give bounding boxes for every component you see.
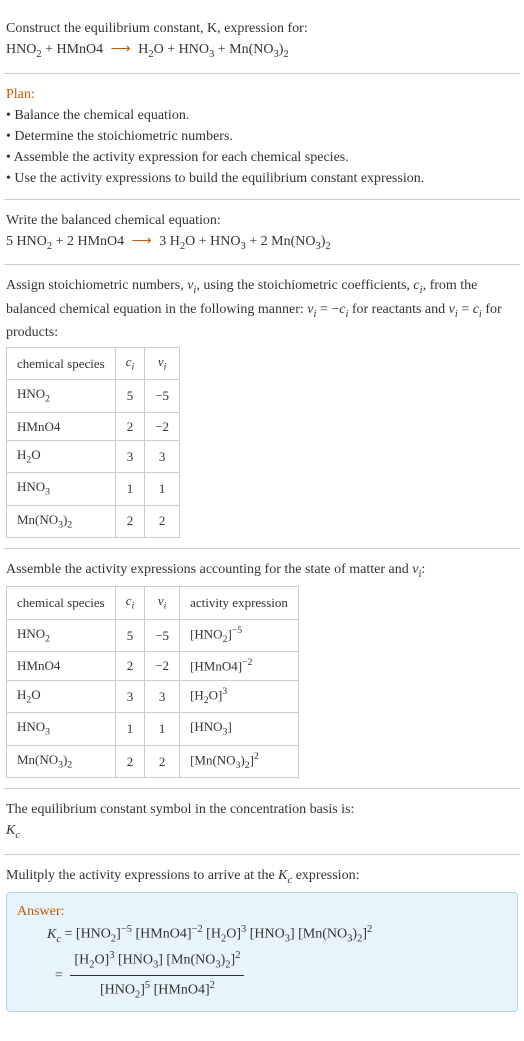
activity-heading: Assemble the activity expressions accoun… [6,559,518,583]
cell-vi: −2 [145,412,180,441]
cell-species: HNO2 [7,380,116,412]
col-vi: νi [145,587,180,619]
intro-heading: Construct the equilibrium constant, K, e… [6,18,518,39]
plan-step-1: • Balance the chemical equation. [6,105,518,126]
cell-ci: 1 [115,713,145,745]
cell-ci: 3 [115,441,145,473]
col-species: chemical species [7,587,116,619]
cell-ci: 2 [115,412,145,441]
col-vi: νi [145,348,180,380]
col-ci: ci [115,587,145,619]
plan-heading: Plan: [6,84,518,105]
symbol-value: Kc [6,820,518,844]
table-row: HNO3 1 1 [HNO3] [7,713,299,745]
cell-vi: −2 [145,652,180,681]
table-row: H2O 3 3 [H2O]3 [7,680,299,713]
expr-line-1: Kc = [HNO2]−5 [HMnO4]−2 [H2O]3 [HNO3] [M… [47,922,507,947]
cell-species: HNO3 [7,713,116,745]
cell-ci: 2 [115,505,145,537]
cell-species: H2O [7,680,116,713]
cell-ci: 5 [115,380,145,412]
intro-heading-prefix: Construct the equilibrium constant, K, e… [6,21,308,36]
cell-species: HMnO4 [7,412,116,441]
stoich-table: chemical species ci νi HNO2 5 −5 HMnO4 2… [6,347,180,538]
col-species: chemical species [7,348,116,380]
balanced-heading: Write the balanced chemical equation: [6,210,518,231]
table-row: Mn(NO3)2 2 2 [Mn(NO3)2]2 [7,745,299,778]
cell-ci: 2 [115,652,145,681]
cell-activity: [H2O]3 [180,680,299,713]
cell-vi: 2 [145,745,180,778]
answer-box: Answer: Kc = [HNO2]−5 [HMnO4]−2 [H2O]3 [… [6,892,518,1012]
cell-ci: 5 [115,619,145,652]
col-activity: activity expression [180,587,299,619]
cell-activity: [HNO2]−5 [180,619,299,652]
stoich-heading: Assign stoichiometric numbers, νi, using… [6,275,518,343]
intro-equation: HNO2 + HMnO4 ⟶ H2O + HNO3 + Mn(NO3)2 [6,39,518,63]
cell-species: HNO2 [7,619,116,652]
balanced-section: Write the balanced chemical equation: 5 … [4,199,520,265]
cell-species: Mn(NO3)2 [7,745,116,778]
intro-eq-rhs: H2O + HNO3 + Mn(NO3)2 [138,42,288,57]
activity-section: Assemble the activity expressions accoun… [4,548,520,788]
table-row: HNO3 1 1 [7,473,180,505]
stoich-section: Assign stoichiometric numbers, νi, using… [4,264,520,548]
plan-section: Plan: • Balance the chemical equation. •… [4,73,520,199]
cell-ci: 2 [115,745,145,778]
activity-table: chemical species ci νi activity expressi… [6,586,299,778]
balanced-eq-rhs: 3 H2O + HNO3 + 2 Mn(NO3)2 [159,234,330,249]
cell-activity: [Mn(NO3)2]2 [180,745,299,778]
plan-step-3: • Assemble the activity expression for e… [6,147,518,168]
cell-ci: 3 [115,680,145,713]
cell-vi: 3 [145,441,180,473]
table-header-row: chemical species ci νi [7,348,180,380]
answer-label: Answer: [17,901,507,922]
table-row: HMnO4 2 −2 [7,412,180,441]
answer-expression: Kc = [HNO2]−5 [HMnO4]−2 [H2O]3 [HNO3] [M… [17,922,507,1003]
final-section: Mulitply the activity expressions to arr… [4,854,520,1022]
symbol-heading: The equilibrium constant symbol in the c… [6,799,518,820]
cell-species: HNO3 [7,473,116,505]
symbol-section: The equilibrium constant symbol in the c… [4,788,520,854]
final-heading: Mulitply the activity expressions to arr… [6,865,518,889]
arrow-icon: ⟶ [107,42,135,57]
cell-species: Mn(NO3)2 [7,505,116,537]
cell-vi: 1 [145,473,180,505]
cell-activity: [HMnO4]−2 [180,652,299,681]
plan-step-2: • Determine the stoichiometric numbers. [6,126,518,147]
cell-ci: 1 [115,473,145,505]
intro-eq-lhs: HNO2 + HMnO4 [6,42,103,57]
arrow-icon: ⟶ [128,234,156,249]
balanced-equation: 5 HNO2 + 2 HMnO4 ⟶ 3 H2O + HNO3 + 2 Mn(N… [6,231,518,255]
plan-step-4: • Use the activity expressions to build … [6,168,518,189]
table-row: HNO2 5 −5 [HNO2]−5 [7,619,299,652]
expr-line-2: = [H2O]3 [HNO3] [Mn(NO3)2]2 [HNO2]5 [HMn… [47,948,507,1003]
cell-vi: −5 [145,619,180,652]
table-row: HNO2 5 −5 [7,380,180,412]
table-row: H2O 3 3 [7,441,180,473]
cell-species: HMnO4 [7,652,116,681]
balanced-eq-lhs: 5 HNO2 + 2 HMnO4 [6,234,124,249]
cell-activity: [HNO3] [180,713,299,745]
intro-section: Construct the equilibrium constant, K, e… [4,8,520,73]
table-row: HMnO4 2 −2 [HMnO4]−2 [7,652,299,681]
cell-species: H2O [7,441,116,473]
cell-vi: 2 [145,505,180,537]
cell-vi: 3 [145,680,180,713]
cell-vi: −5 [145,380,180,412]
col-ci: ci [115,348,145,380]
cell-vi: 1 [145,713,180,745]
table-header-row: chemical species ci νi activity expressi… [7,587,299,619]
table-row: Mn(NO3)2 2 2 [7,505,180,537]
